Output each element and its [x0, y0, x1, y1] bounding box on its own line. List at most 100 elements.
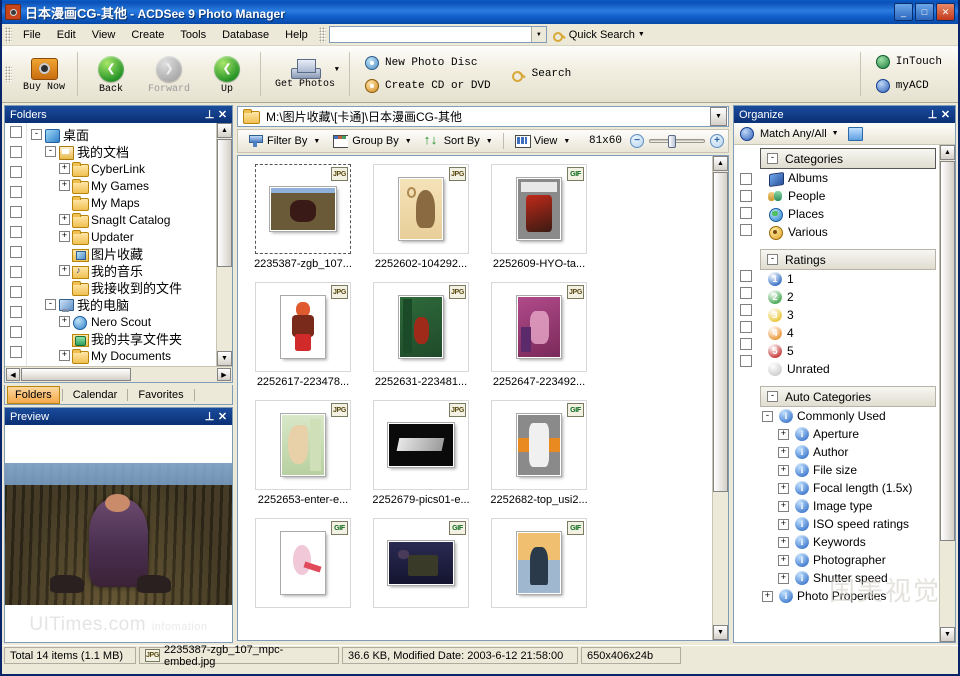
thumbnail-box[interactable]: JPG [491, 282, 587, 372]
organize-item-3[interactable]: 33 [758, 306, 938, 324]
scroll-left-button[interactable]: ◀ [6, 368, 20, 381]
auto-category-photographer[interactable]: +iPhotographer [758, 551, 938, 569]
auto-category-keywords[interactable]: +iKeywords [758, 533, 938, 551]
new-photo-disc-button[interactable]: New Photo Disc [358, 53, 497, 73]
slider-knob[interactable] [668, 135, 676, 148]
match-any-all-label[interactable]: Match Any/All [760, 128, 827, 140]
group-by-button[interactable]: Group By ▼ [327, 131, 416, 151]
expand-icon[interactable]: + [778, 537, 789, 548]
chevron-down-icon[interactable]: ▼ [405, 138, 412, 145]
expand-icon[interactable]: + [778, 483, 789, 494]
expand-icon[interactable]: + [778, 465, 789, 476]
expand-icon[interactable]: + [59, 231, 70, 242]
tree-item-我的音乐[interactable]: +我的音乐 [29, 262, 216, 279]
organize-item-checkbox[interactable] [740, 173, 752, 185]
new-category-icon[interactable] [848, 127, 863, 141]
address-field[interactable]: M:\图片收藏\[卡通]\日本漫画CG-其他 ▼ [237, 106, 729, 127]
organize-vertical-scrollbar[interactable]: ▲ ▼ [939, 145, 955, 642]
thumbnail-grid[interactable]: JPG2235387-zgb_107...JPG2252602-104292..… [238, 156, 712, 640]
auto-category-commonly-used[interactable]: -iCommonly Used [758, 407, 938, 425]
organize-item-4[interactable]: 44 [758, 324, 938, 342]
organize-item-2[interactable]: 22 [758, 288, 938, 306]
folder-tree[interactable]: -桌面-我的文档+CyberLink+My GamesMy Maps+SnagI… [27, 123, 216, 366]
tree-item-checkbox[interactable] [10, 346, 22, 358]
back-button[interactable]: ❮ Back [82, 54, 140, 95]
scroll-right-button[interactable]: ▶ [217, 368, 231, 381]
thumbnail-item[interactable]: GIF [480, 518, 598, 636]
expand-icon[interactable]: + [778, 447, 789, 458]
thumbnail-item[interactable]: GIF [244, 518, 362, 636]
thumbnail-box[interactable]: GIF [373, 518, 469, 608]
tree-item-checkbox[interactable] [10, 226, 22, 238]
thumbnails-vertical-scrollbar[interactable]: ▲ ▼ [712, 156, 728, 640]
folders-horizontal-scrollbar[interactable]: ◀ ▶ [5, 366, 232, 382]
collapse-icon[interactable]: - [45, 299, 56, 310]
menu-create[interactable]: Create [123, 26, 172, 44]
collapse-icon[interactable]: - [767, 254, 778, 265]
menu-view[interactable]: View [84, 26, 124, 44]
thumbnail-box[interactable]: GIF [255, 518, 351, 608]
thumbnail-item[interactable]: JPG2252602-104292... [362, 164, 480, 282]
expand-icon[interactable]: + [778, 501, 789, 512]
preview-image-area[interactable]: UITimes.com infomation [5, 425, 232, 642]
tree-item-我接收到的文件[interactable]: 我接收到的文件 [29, 279, 216, 296]
chevron-down-icon[interactable]: ▼ [531, 27, 546, 42]
maximize-button[interactable]: □ [915, 3, 934, 21]
get-photos-button[interactable]: Get Photos ▼ [265, 46, 345, 102]
organize-item-checkbox[interactable] [740, 355, 752, 367]
auto-categories-header[interactable]: -Auto Categories [760, 386, 936, 407]
tab-calendar[interactable]: Calendar [65, 386, 126, 404]
buy-now-button[interactable]: Buy Now [15, 56, 73, 93]
expand-icon[interactable]: + [59, 350, 70, 361]
organize-group-header[interactable]: -Categories [760, 148, 936, 169]
expand-icon[interactable]: + [59, 163, 70, 174]
auto-category-aperture[interactable]: +iAperture [758, 425, 938, 443]
organize-item-various[interactable]: Various [758, 223, 938, 241]
search-input[interactable]: ▼ [329, 26, 547, 43]
tree-item-CyberLink[interactable]: +CyberLink [29, 160, 216, 177]
intouch-button[interactable]: InTouch [869, 52, 948, 72]
thumbnail-item[interactable]: JPG2252631-223481... [362, 282, 480, 400]
expand-icon[interactable]: + [778, 519, 789, 530]
chevron-down-icon[interactable]: ▼ [563, 138, 570, 145]
tree-item-My Documents[interactable]: +My Documents [29, 347, 216, 364]
search-gripper[interactable] [319, 27, 326, 43]
thumbnail-box[interactable]: JPG [373, 400, 469, 490]
thumbnail-item[interactable]: GIF2252682-top_usi2... [480, 400, 598, 518]
myacd-button[interactable]: myACD [869, 76, 948, 96]
quick-search-button[interactable]: Quick Search ▼ [547, 28, 651, 41]
tree-item-checkbox[interactable] [10, 286, 22, 298]
thumbnail-box[interactable]: GIF [491, 400, 587, 490]
scroll-down-button[interactable]: ▼ [940, 627, 955, 642]
organize-group-header[interactable]: -Ratings [760, 249, 936, 270]
thumbnail-item[interactable]: GIF2252609-HYO-ta... [480, 164, 598, 282]
thumbnail-item[interactable]: GIF [362, 518, 480, 636]
close-button[interactable]: ✕ [936, 3, 955, 21]
tree-item-图片收藏[interactable]: 图片收藏 [29, 245, 216, 262]
pin-icon[interactable]: ⊥ [926, 108, 939, 121]
chevron-down-icon[interactable]: ▼ [313, 138, 320, 145]
toolbar-gripper[interactable] [5, 66, 12, 82]
tree-item-checkbox[interactable] [10, 266, 22, 278]
tree-item-My Games[interactable]: +My Games [29, 177, 216, 194]
expand-icon[interactable]: + [59, 316, 70, 327]
pin-icon[interactable]: ⊥ [203, 108, 216, 121]
tab-folders[interactable]: Folders [7, 386, 60, 404]
organize-item-checkbox[interactable] [740, 224, 752, 236]
view-button[interactable]: View ▼ [509, 131, 576, 151]
thumbnail-box[interactable]: JPG [255, 164, 351, 254]
organize-item-checkbox[interactable] [740, 287, 752, 299]
scroll-thumb[interactable] [940, 161, 955, 541]
organize-item-checkbox[interactable] [740, 338, 752, 350]
tree-item-checkbox[interactable] [10, 306, 22, 318]
collapse-icon[interactable]: - [767, 153, 778, 164]
tree-item-checkbox[interactable] [10, 206, 22, 218]
thumbnail-box[interactable]: JPG [373, 164, 469, 254]
scroll-up-button[interactable]: ▲ [940, 145, 955, 160]
minimize-button[interactable]: _ [894, 3, 913, 21]
tree-item-我的共享文件夹[interactable]: 我的共享文件夹 [29, 330, 216, 347]
expand-icon[interactable]: + [762, 591, 773, 602]
address-dropdown-button[interactable]: ▼ [710, 107, 727, 126]
scroll-thumb[interactable] [217, 139, 232, 267]
organize-item-checkbox[interactable] [740, 270, 752, 282]
